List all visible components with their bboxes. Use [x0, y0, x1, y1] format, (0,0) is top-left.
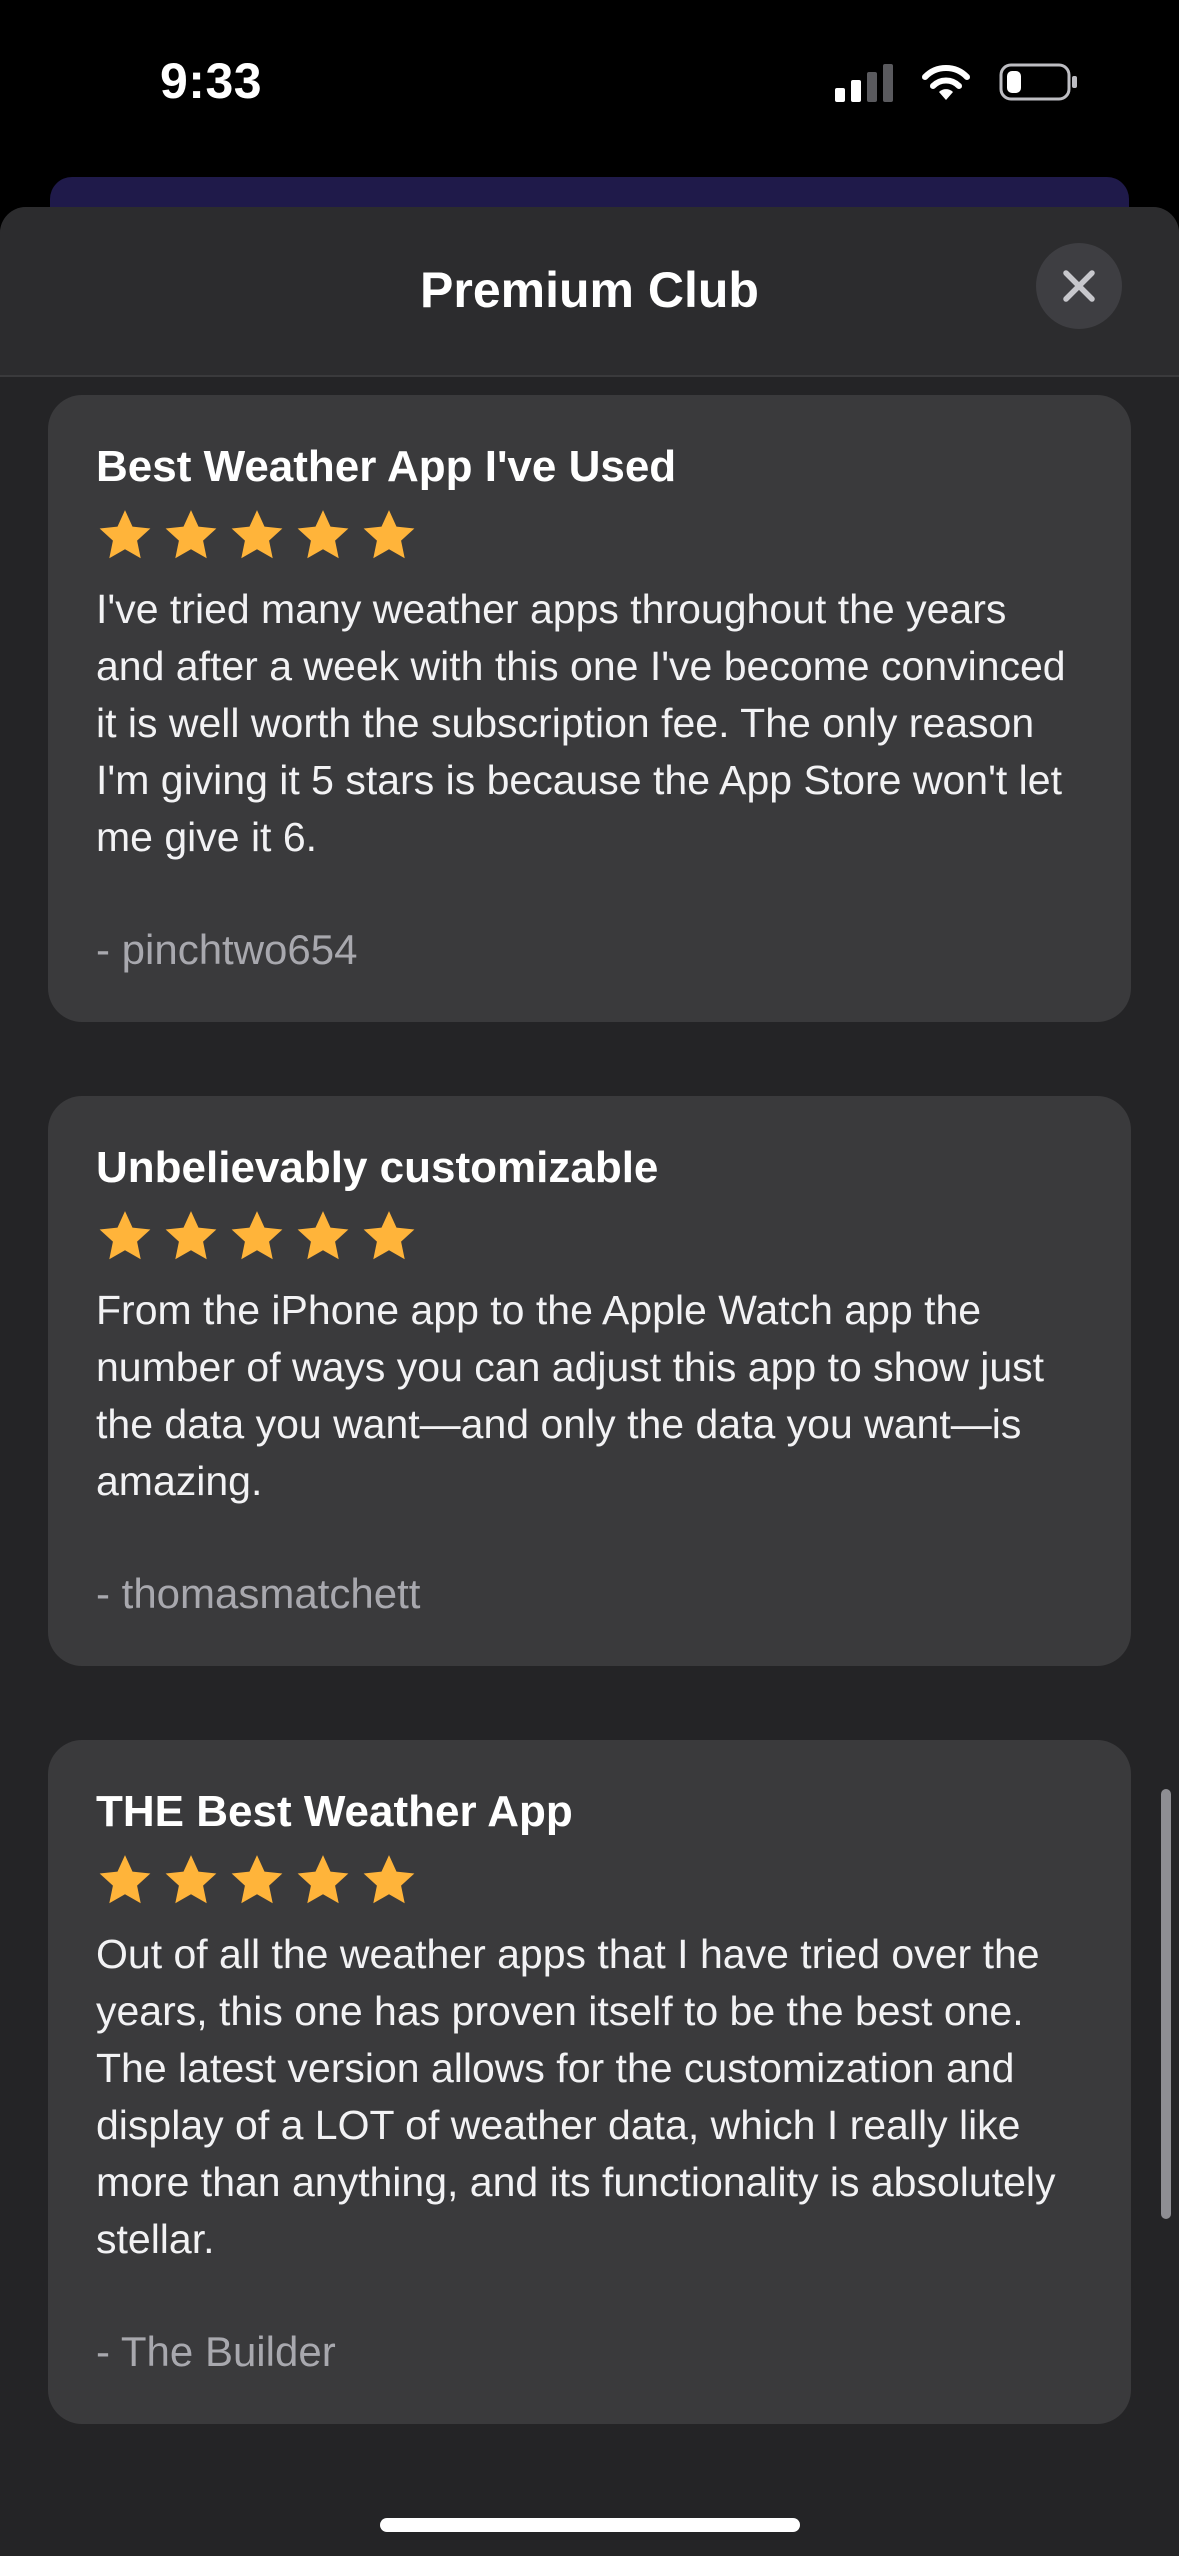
review-title: Best Weather App I've Used	[96, 442, 677, 491]
star-icon	[363, 510, 415, 559]
scroll-indicator[interactable]	[1161, 1789, 1171, 2219]
star-icon	[297, 510, 349, 559]
star-icon	[165, 1855, 217, 1904]
star-rating	[96, 505, 1083, 567]
premium-club-sheet: Premium Club Best Weather App I've Used …	[0, 207, 1179, 2556]
review-body: Out of all the weather apps that I have …	[96, 1931, 1056, 2262]
star-rating	[96, 1206, 1083, 1268]
review-title: Unbelievably customizable	[96, 1143, 659, 1192]
review-card: THE Best Weather App Out of all the weat…	[48, 1740, 1131, 2424]
review-list: Best Weather App I've Used I've tried ma…	[48, 395, 1131, 2498]
sheet-header: Premium Club	[0, 207, 1179, 377]
star-icon	[231, 510, 283, 559]
status-time: 9:33	[160, 53, 263, 109]
star-icon	[363, 1855, 415, 1904]
review-author: - pinchtwo654	[96, 926, 358, 973]
star-icon	[165, 510, 217, 559]
star-icon	[99, 510, 151, 559]
review-body: From the iPhone app to the Apple Watch a…	[96, 1287, 1045, 1504]
star-rating	[96, 1850, 1083, 1912]
sheet-title: Premium Club	[420, 262, 759, 318]
review-author: - The Builder	[96, 2328, 336, 2375]
close-icon	[1063, 270, 1095, 302]
battery-icon	[999, 62, 1079, 102]
star-icon	[297, 1855, 349, 1904]
cellular-signal-icon	[835, 62, 893, 102]
review-author: - thomasmatchett	[96, 1570, 421, 1617]
star-icon	[297, 1211, 349, 1260]
star-icon	[363, 1211, 415, 1260]
wifi-icon	[919, 62, 973, 102]
review-card: Unbelievably customizable From the iPhon…	[48, 1096, 1131, 1666]
status-icons	[835, 62, 1079, 102]
star-icon	[231, 1855, 283, 1904]
star-icon	[99, 1211, 151, 1260]
status-bar: 9:33	[0, 0, 1179, 170]
star-icon	[231, 1211, 283, 1260]
star-icon	[165, 1211, 217, 1260]
review-card: Best Weather App I've Used I've tried ma…	[48, 395, 1131, 1022]
review-title: THE Best Weather App	[96, 1787, 573, 1836]
close-button[interactable]	[1036, 243, 1122, 329]
review-body: I've tried many weather apps throughout …	[96, 586, 1066, 860]
star-icon	[99, 1855, 151, 1904]
home-indicator[interactable]	[380, 2518, 800, 2532]
